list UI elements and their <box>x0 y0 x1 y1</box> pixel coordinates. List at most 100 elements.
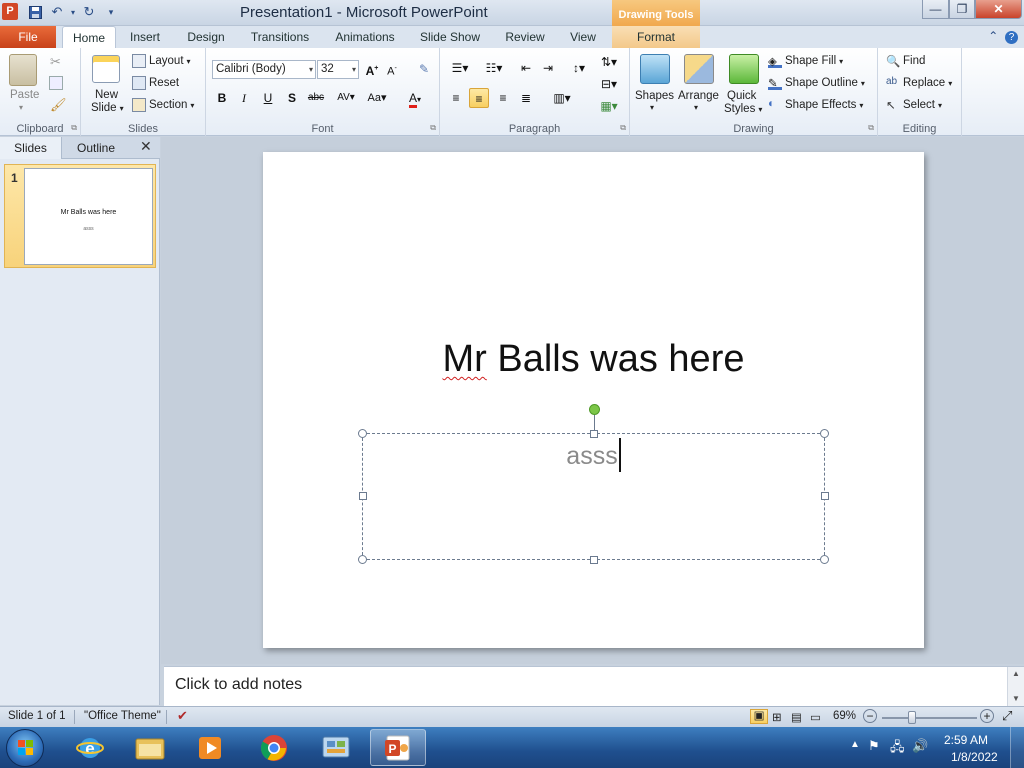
new-slide-icon[interactable] <box>92 55 120 83</box>
align-text-icon[interactable]: ⊟▾ <box>596 74 622 94</box>
tab-animations[interactable]: Animations <box>328 26 402 48</box>
tab-slide-show[interactable]: Slide Show <box>413 26 487 48</box>
align-right-icon[interactable]: ≡ <box>493 88 513 108</box>
zoom-in-icon[interactable]: + <box>980 709 994 723</box>
clipboard-launcher-icon[interactable]: ⧉ <box>71 123 77 133</box>
tab-slides[interactable]: Slides <box>0 137 62 159</box>
font-size-combo[interactable]: 32 ▾ <box>317 60 359 79</box>
fit-to-window-icon[interactable]: ⤢ <box>1002 708 1012 724</box>
volume-icon[interactable]: 🔊 <box>912 738 928 754</box>
cut-icon[interactable]: ✂ <box>50 54 61 70</box>
slide-sorter-view-icon[interactable]: ⊞ <box>772 710 782 724</box>
clear-formatting-icon[interactable]: ✎ <box>414 59 434 79</box>
slide-canvas[interactable]: Mr Balls was here asss <box>263 152 924 648</box>
close-pane-icon[interactable]: ✕ <box>140 138 152 155</box>
spell-check-icon[interactable]: ✔ <box>177 708 188 724</box>
windows-explorer-icon[interactable] <box>122 729 178 766</box>
paragraph-launcher-icon[interactable]: ⧉ <box>620 123 626 133</box>
line-spacing-icon[interactable]: ↕▾ <box>566 58 592 78</box>
quick-styles-icon[interactable] <box>729 54 759 84</box>
font-color-icon[interactable]: A▾ <box>402 88 428 108</box>
drawing-launcher-icon[interactable]: ⧉ <box>868 123 874 133</box>
show-desktop-button[interactable] <box>1010 727 1024 768</box>
tab-view[interactable]: View <box>560 26 606 48</box>
justify-icon[interactable]: ≣ <box>516 88 536 108</box>
quick-styles-button[interactable]: Styles ▾ <box>724 103 762 115</box>
chrome-icon[interactable] <box>246 729 302 766</box>
shape-outline-button[interactable]: ✎ Shape Outline ▾ <box>768 76 865 90</box>
shrink-font-icon[interactable]: A- <box>382 59 402 79</box>
arrange-icon[interactable] <box>684 54 714 84</box>
resize-handle-left[interactable] <box>359 492 367 500</box>
zoom-slider[interactable] <box>882 717 977 719</box>
shapes-button[interactable]: Shapes <box>635 90 674 102</box>
decrease-indent-icon[interactable]: ⇤ <box>516 58 536 78</box>
shapes-icon[interactable] <box>640 54 670 84</box>
paste-button[interactable]: Paste <box>10 89 39 101</box>
clock-time[interactable]: 2:59 AM <box>944 733 988 747</box>
tab-format[interactable]: Format <box>612 26 700 48</box>
action-center-icon[interactable]: ⚑ <box>868 738 880 754</box>
font-name-dropdown-icon[interactable]: ▾ <box>309 61 313 78</box>
minimize-button[interactable]: — <box>922 0 949 19</box>
arrange-dropdown-icon[interactable]: ▾ <box>694 103 698 112</box>
zoom-out-icon[interactable]: − <box>863 709 877 723</box>
subtitle-text[interactable]: asss <box>363 438 824 472</box>
grow-font-icon[interactable]: A+ <box>362 59 382 79</box>
change-case-icon[interactable]: Aa▾ <box>364 88 390 108</box>
italic-icon[interactable]: I <box>234 88 254 108</box>
select-button[interactable]: ↖ Select ▾ <box>886 98 942 112</box>
align-center-icon[interactable]: ≡ <box>469 88 489 108</box>
resize-handle-top-right[interactable] <box>820 429 829 438</box>
tab-outline[interactable]: Outline <box>62 137 130 159</box>
zoom-slider-thumb[interactable] <box>908 711 916 724</box>
font-name-combo[interactable]: Calibri (Body) ▾ <box>212 60 316 79</box>
underline-icon[interactable]: U <box>258 88 278 108</box>
network-icon[interactable]: 🖧 <box>890 738 905 760</box>
resize-handle-top-left[interactable] <box>358 429 367 438</box>
text-shadow-icon[interactable]: S <box>282 88 302 108</box>
customize-qat-icon[interactable]: ▾ <box>102 3 120 21</box>
notes-placeholder[interactable]: Click to add notes <box>175 676 302 694</box>
tab-design[interactable]: Design <box>178 26 234 48</box>
replace-button[interactable]: ab Replace ▾ <box>886 76 952 90</box>
align-left-icon[interactable]: ≡ <box>446 88 466 108</box>
increase-indent-icon[interactable]: ⇥ <box>538 58 558 78</box>
quick-styles-label-1[interactable]: Quick <box>727 90 756 102</box>
copy-icon[interactable] <box>49 76 63 90</box>
control-panel-icon[interactable] <box>308 729 364 766</box>
scroll-down-icon[interactable]: ▼ <box>1008 694 1024 703</box>
resize-handle-bottom[interactable] <box>590 556 598 564</box>
powerpoint-logo-icon[interactable]: P <box>2 3 18 20</box>
tab-file[interactable]: File <box>0 26 56 48</box>
subtitle-placeholder[interactable]: asss <box>358 404 829 564</box>
font-size-dropdown-icon[interactable]: ▾ <box>352 61 356 78</box>
columns-icon[interactable]: ▥▾ <box>548 88 576 108</box>
section-button[interactable]: Section ▾ <box>132 98 194 112</box>
bold-icon[interactable]: B <box>212 88 232 108</box>
rotate-handle[interactable] <box>589 404 600 415</box>
start-button[interactable] <box>6 729 44 767</box>
media-player-icon[interactable] <box>182 729 238 766</box>
clock-date[interactable]: 1/8/2022 <box>951 750 998 764</box>
arrange-button[interactable]: Arrange <box>678 90 719 102</box>
tab-home[interactable]: Home <box>62 26 116 49</box>
help-icon[interactable]: ? <box>1005 31 1018 44</box>
close-button[interactable]: ✕ <box>975 0 1022 19</box>
shape-effects-button[interactable]: ◐ Shape Effects ▾ <box>768 98 863 112</box>
character-spacing-icon[interactable]: AV▾ <box>332 88 360 108</box>
shapes-dropdown-icon[interactable]: ▾ <box>650 103 654 112</box>
slide-thumbnail-item[interactable]: 1 Mr Balls was here asss <box>4 164 156 268</box>
text-direction-icon[interactable]: ⇅▾ <box>596 52 622 72</box>
normal-view-icon[interactable]: ▣ <box>750 709 768 724</box>
resize-handle-top[interactable] <box>590 430 598 438</box>
tab-insert[interactable]: Insert <box>120 26 170 48</box>
zoom-level[interactable]: 69% <box>833 710 856 722</box>
reset-button[interactable]: Reset <box>132 76 179 90</box>
tab-review[interactable]: Review <box>498 26 552 48</box>
resize-handle-right[interactable] <box>821 492 829 500</box>
spelling-error-word[interactable]: Mr <box>443 338 487 380</box>
smartart-icon[interactable]: ▦▾ <box>596 96 622 116</box>
font-launcher-icon[interactable]: ⧉ <box>430 123 436 133</box>
notes-pane[interactable]: Click to add notes ▲ ▼ <box>164 666 1024 707</box>
